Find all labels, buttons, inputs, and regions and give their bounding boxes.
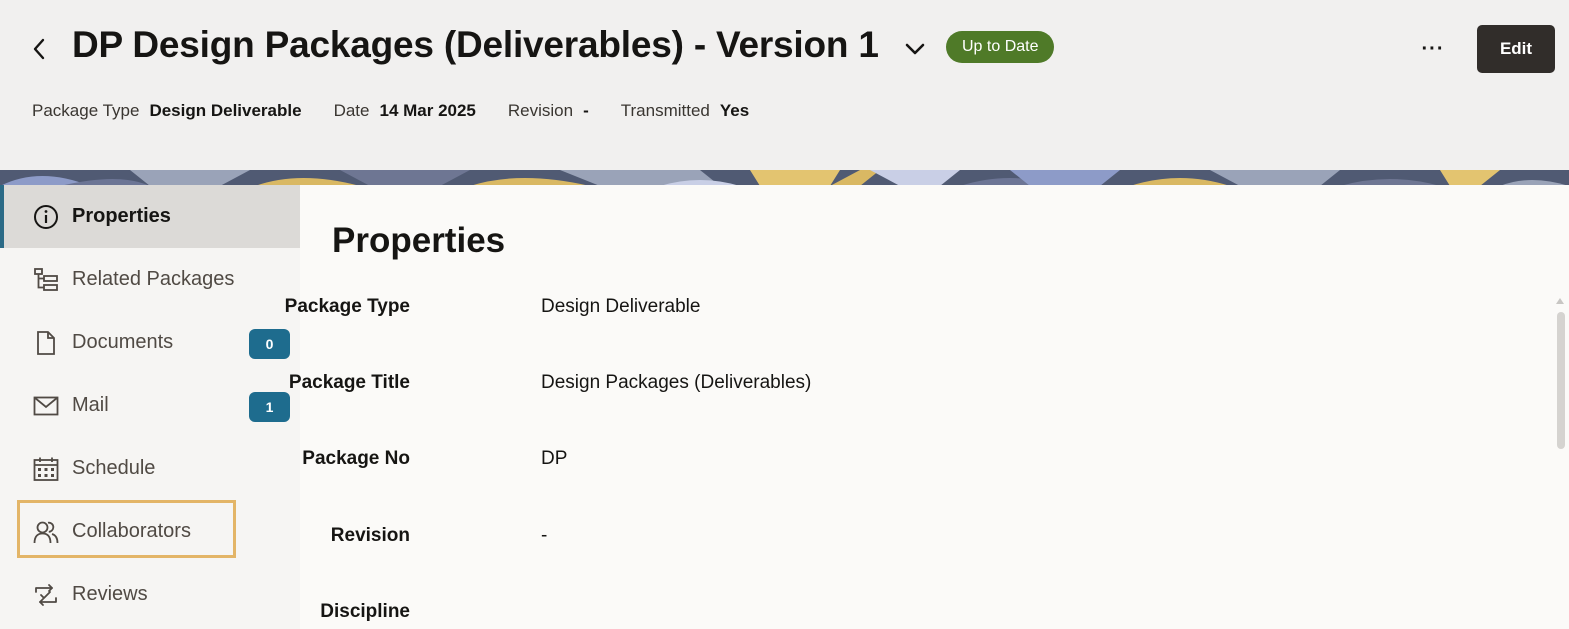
property-label: Package No [302,448,410,469]
meta-label: Package Type [32,101,140,120]
meta-transmitted: Transmitted Yes [621,101,749,121]
property-value: - [541,525,548,546]
property-value: DP [541,448,568,469]
sidebar-item-properties[interactable]: Properties [0,185,300,248]
version-dropdown-button[interactable] [898,34,932,64]
sidebar-item-schedule[interactable]: Schedule [0,437,300,500]
hierarchy-icon [32,266,60,294]
sidebar-item-mail[interactable]: Mail 1 [0,374,300,437]
document-icon [32,329,60,357]
sidebar-item-label: Mail [72,394,109,416]
main-panel: Properties Package Type Design Deliverab… [285,185,1569,629]
meta-value: Design Deliverable [149,101,302,120]
page-header: DP Design Packages (Deliverables) - Vers… [0,0,1569,170]
property-row-discipline: Discipline [300,601,1500,629]
info-icon [32,203,60,231]
property-label: Package Type [284,296,410,317]
edit-button[interactable]: Edit [1477,25,1555,73]
sidebar-item-related-packages[interactable]: Related Packages [0,248,300,311]
chevron-left-icon [33,38,45,60]
review-icon [32,581,60,609]
meta-label: Date [333,101,370,120]
sidebar-item-label: Documents [72,331,174,353]
sidebar-item-label: Collaborators [72,520,191,542]
property-row-revision: Revision - [300,525,1500,555]
status-badge: Up to Date [946,31,1055,63]
decorative-banner [0,170,1569,186]
property-row-package-no: Package No DP [300,448,1500,478]
sidebar-item-reviews[interactable]: Reviews [0,563,300,626]
back-button[interactable] [24,30,54,68]
scroll-up-arrow-icon[interactable] [1555,297,1565,305]
section-title: Properties [332,221,506,260]
property-label: Revision [330,525,410,546]
meta-value: - [583,101,589,120]
documents-count-badge: 0 [249,329,290,359]
sidebar-item-documents[interactable]: Documents 0 [0,311,300,374]
calendar-icon [32,455,60,483]
scrollbar-thumb[interactable] [1557,312,1565,449]
mail-icon [32,392,60,420]
meta-label: Revision [507,101,574,120]
users-icon [32,518,60,546]
chevron-down-icon [905,43,925,55]
property-value: Design Packages (Deliverables) [541,372,812,393]
property-label: Package Title [288,372,410,393]
sidebar-item-label: Properties [72,205,171,227]
meta-package-type: Package Type Design Deliverable [32,101,302,121]
property-row-package-title: Package Title Design Packages (Deliverab… [289,372,1500,402]
sidebar-item-label: Related Packages [72,268,235,290]
meta-date: Date 14 Mar 2025 [334,101,476,121]
property-value: Design Deliverable [541,296,701,317]
meta-value: Yes [719,101,750,120]
property-label: Discipline [320,601,410,622]
meta-label: Transmitted [620,101,710,120]
property-row-package-type: Package Type Design Deliverable [285,296,1500,326]
more-icon: ··· [1421,37,1445,60]
page-title: DP Design Packages (Deliverables) - Vers… [72,24,879,65]
mail-count-badge: 1 [249,392,290,422]
meta-value: 14 Mar 2025 [379,101,476,120]
sidebar-item-collaborators[interactable]: Collaborators [0,500,300,563]
sidebar-item-label: Reviews [72,583,148,605]
sidebar-item-label: Schedule [72,457,156,479]
more-actions-button[interactable]: ··· [1412,32,1454,66]
meta-revision: Revision - [508,101,589,121]
sidebar-nav: Properties Related Packages Documents 0 … [0,185,300,629]
package-meta: Package Type Design Deliverable Date 14 … [32,101,781,121]
